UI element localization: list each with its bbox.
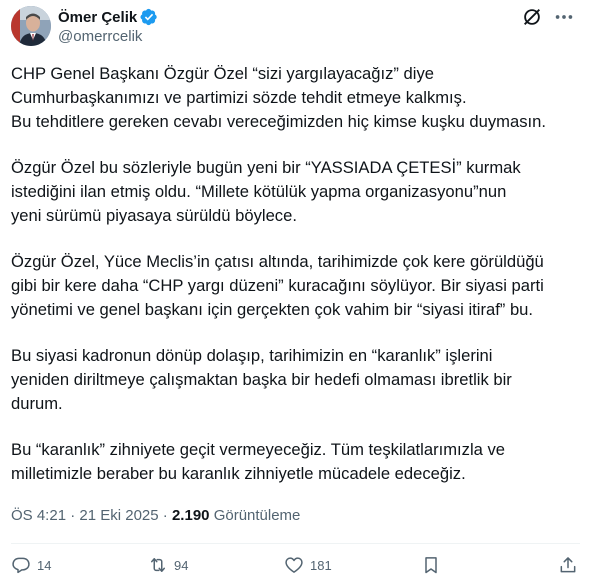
tweet-line: durum.: [11, 394, 63, 413]
tweet-paragraph: Özgür Özel bu sözleriyle bugün yeni bir …: [11, 156, 571, 228]
tweet-line: Cumhurbaşkanımızı ve partimizi sözde teh…: [11, 88, 467, 107]
reply-button[interactable]: 14: [11, 555, 51, 575]
meta-separator: ·: [70, 507, 76, 524]
tweet-line: Bu siyasi kadronun dönüp dolaşıp, tarihi…: [11, 346, 493, 365]
tweet-line: Özgür Özel, Yüce Meclis’in çatısı altınd…: [11, 252, 544, 271]
avatar[interactable]: [11, 6, 51, 46]
tweet-paragraph: Özgür Özel, Yüce Meclis’in çatısı altınd…: [11, 250, 571, 322]
author-display-name[interactable]: Ömer Çelik: [58, 9, 137, 26]
grok-icon[interactable]: [521, 6, 543, 28]
like-button[interactable]: 181: [284, 555, 332, 575]
heart-icon: [285, 557, 303, 573]
tweet-line: Özgür Özel bu sözleriyle bugün yeni bir …: [11, 158, 521, 177]
repost-count: 94: [174, 557, 189, 573]
views-count: 2.190: [171, 507, 210, 524]
tweet-line: istediğini ilan etmiş oldu. “Millete köt…: [11, 182, 507, 201]
tweet-line: milletimizle beraber bu karanlık zihniye…: [11, 464, 466, 483]
tweet-line: CHP Genel Başkanı Özgür Özel “sizi yargı…: [11, 64, 435, 83]
divider: [11, 543, 580, 544]
author-handle[interactable]: @omerrcelik: [58, 28, 158, 45]
tweet-paragraph: Bu siyasi kadronun dönüp dolaşıp, tarihi…: [11, 344, 571, 416]
meta-separator: ·: [162, 507, 168, 524]
tweet-paragraph: CHP Genel Başkanı Özgür Özel “sizi yargı…: [11, 62, 571, 134]
share-icon: [560, 557, 576, 573]
tweet-line: gibi bir kere daha “CHP yargı düzeni” ku…: [11, 276, 544, 295]
tweet-meta: ÖS 4:21 · 21 Eki 2025 · 2.190 Görüntülem…: [11, 507, 300, 524]
avatar-image: [11, 6, 51, 46]
repost-icon: [151, 558, 165, 572]
tweet-line: yönetimi ve genel başkanı için gerçekten…: [11, 300, 534, 319]
reply-count: 14: [37, 557, 52, 573]
bookmark-button[interactable]: [421, 555, 441, 575]
tweet-paragraph: Bu “karanlık” zihniyete geçit vermeyeceğ…: [11, 438, 571, 486]
tweet-time[interactable]: ÖS 4:21: [11, 507, 66, 524]
tweet-line: yeni sürümü piyasaya sürüldü böylece.: [11, 206, 297, 225]
tweet-date[interactable]: 21 Eki 2025: [79, 507, 158, 524]
verified-badge-icon: [140, 8, 157, 26]
more-icon[interactable]: [553, 6, 575, 28]
repost-button[interactable]: 94: [148, 555, 188, 575]
tweet-line: yeniden diriltmeye çalışmaktan başka bir…: [11, 370, 512, 389]
share-button[interactable]: [558, 555, 578, 575]
tweet-actions: 14 94 181: [11, 555, 581, 581]
tweet-header: Ömer Çelik @omerrcelik: [11, 3, 581, 47]
views-label: Görüntüleme: [213, 507, 301, 524]
like-count: 181: [310, 557, 332, 573]
tweet-text: CHP Genel Başkanı Özgür Özel “sizi yargı…: [11, 62, 571, 508]
bookmark-icon: [425, 557, 437, 574]
tweet-line: Bu tehditlere gereken cevabı vereceğimiz…: [11, 112, 546, 131]
tweet-line: Bu “karanlık” zihniyete geçit vermeyeceğ…: [11, 440, 505, 459]
author-names: Ömer Çelik @omerrcelik: [58, 7, 158, 45]
reply-icon: [12, 557, 30, 574]
